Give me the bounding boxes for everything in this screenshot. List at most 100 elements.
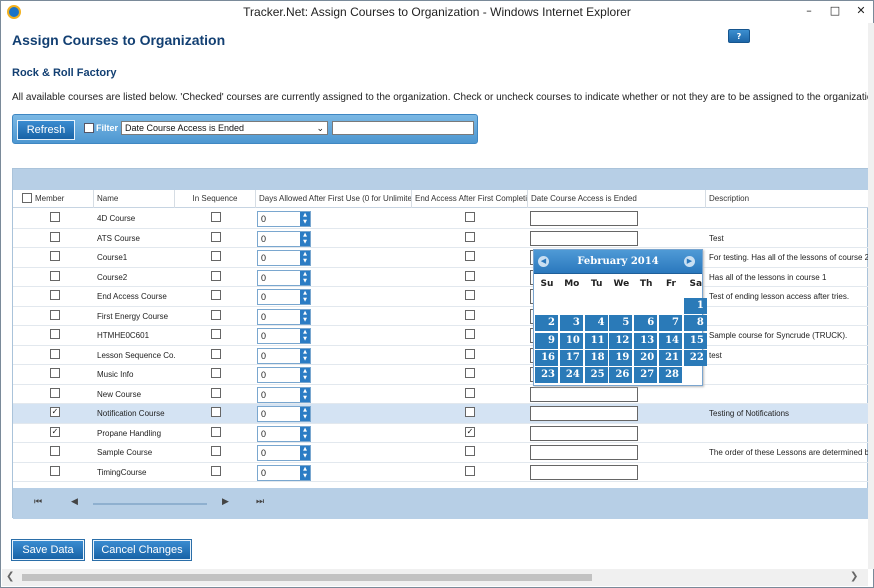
end-access-checkbox[interactable]: [465, 329, 475, 339]
calendar-day[interactable]: 13: [634, 332, 658, 349]
end-access-checkbox[interactable]: [465, 251, 475, 261]
spin-arrows-icon[interactable]: ▲ ▼: [300, 251, 310, 265]
table-row[interactable]: New Course 0 ▲ ▼: [13, 385, 868, 404]
calendar-day[interactable]: 28: [659, 367, 682, 384]
calendar-day[interactable]: 17: [559, 349, 583, 366]
member-checkbox[interactable]: [50, 251, 60, 261]
scroll-left-icon[interactable]: ❮: [6, 571, 14, 582]
table-row[interactable]: TimingCourse 0 ▲ ▼: [13, 463, 868, 482]
days-allowed-stepper[interactable]: 0 ▲ ▼: [257, 367, 311, 383]
in-sequence-checkbox[interactable]: [211, 251, 221, 261]
last-page-icon[interactable]: ⏭: [256, 497, 264, 507]
table-row[interactable]: Course1 0 ▲ ▼ For testing. Has all of the le…: [13, 248, 868, 268]
in-sequence-checkbox[interactable]: [211, 465, 221, 476]
in-sequence-checkbox[interactable]: [211, 387, 221, 398]
table-row[interactable]: Lesson Sequence Co... 0 ▲ ▼ test: [13, 346, 868, 365]
days-allowed-stepper[interactable]: 0 ▲ ▼: [257, 445, 311, 461]
spin-arrows-icon[interactable]: ▲ ▼: [300, 329, 310, 343]
spin-arrows-icon[interactable]: ▲ ▼: [300, 426, 310, 441]
member-checkbox[interactable]: [50, 387, 60, 398]
month-title[interactable]: February 2014: [534, 256, 702, 267]
in-sequence-checkbox[interactable]: [211, 368, 221, 378]
spin-arrows-icon[interactable]: ▲ ▼: [300, 465, 310, 480]
refresh-button[interactable]: Refresh: [17, 120, 75, 140]
vertical-scrollbar[interactable]: [868, 23, 874, 569]
days-allowed-stepper[interactable]: 0 ▲ ▼: [257, 347, 311, 364]
end-access-checkbox[interactable]: [465, 309, 475, 320]
end-access-checkbox[interactable]: [465, 407, 475, 417]
spin-arrows-icon[interactable]: ▲ ▼: [300, 290, 310, 304]
calendar-day[interactable]: 26: [609, 367, 633, 384]
end-access-checkbox[interactable]: [465, 368, 475, 378]
in-sequence-checkbox[interactable]: [211, 348, 221, 359]
end-access-checkbox[interactable]: [465, 446, 475, 456]
column-header-name[interactable]: Name: [94, 190, 175, 208]
end-access-checkbox[interactable]: [465, 387, 475, 398]
previous-page-icon[interactable]: ◀: [71, 497, 78, 507]
end-access-checkbox[interactable]: [465, 212, 475, 222]
calendar-day[interactable]: 23: [535, 367, 558, 384]
column-header-member[interactable]: Member: [13, 190, 94, 208]
calendar-day[interactable]: 14: [659, 332, 682, 349]
days-allowed-stepper[interactable]: 0 ▲ ▼: [257, 308, 311, 325]
days-allowed-stepper[interactable]: 0 ▲ ▼: [257, 328, 311, 344]
scrollbar-thumb[interactable]: [22, 574, 592, 581]
calendar-day[interactable]: 20: [634, 349, 658, 366]
spin-arrows-icon[interactable]: ▲ ▼: [300, 446, 310, 460]
end-access-checkbox[interactable]: [465, 231, 475, 242]
end-access-checkbox[interactable]: [465, 348, 475, 359]
table-row[interactable]: 4D Course 0 ▲ ▼: [13, 209, 868, 229]
column-header-end-access[interactable]: End Access After First Completion: [412, 190, 528, 208]
spin-arrows-icon[interactable]: ▲ ▼: [300, 231, 310, 246]
member-checkbox[interactable]: [50, 348, 60, 359]
spin-arrows-icon[interactable]: ▲ ▼: [300, 270, 310, 285]
table-row[interactable]: ✓ Notification Course 0 ▲ ▼ Testing of Notifi…: [13, 404, 868, 424]
days-allowed-stepper[interactable]: 0 ▲ ▼: [257, 386, 311, 403]
calendar-day[interactable]: 12: [609, 332, 633, 349]
calendar-day[interactable]: 9: [535, 332, 558, 349]
member-checkbox[interactable]: [50, 309, 60, 320]
column-header-in-sequence[interactable]: In Sequence: [175, 190, 256, 208]
table-row[interactable]: HTMHE0C601 0 ▲ ▼ Sample course for Syncrude …: [13, 326, 868, 346]
date-ended-input[interactable]: [530, 230, 638, 246]
calendar-day[interactable]: 18: [584, 349, 608, 366]
table-row[interactable]: ✓ Propane Handling 0 ▲ ▼ ✓: [13, 424, 868, 443]
member-checkbox[interactable]: [50, 212, 60, 222]
calendar-day[interactable]: 3: [559, 315, 583, 332]
save-data-button[interactable]: Save Data: [11, 539, 85, 561]
spin-arrows-icon[interactable]: ▲ ▼: [300, 387, 310, 402]
days-allowed-stepper[interactable]: 0 ▲ ▼: [257, 230, 311, 247]
member-checkbox[interactable]: ✓: [50, 426, 60, 437]
calendar-day[interactable]: 2: [535, 315, 558, 332]
in-sequence-checkbox[interactable]: [211, 407, 221, 417]
calendar-day[interactable]: 7: [659, 315, 682, 332]
in-sequence-checkbox[interactable]: [211, 309, 221, 320]
page-slider[interactable]: [93, 503, 207, 505]
member-checkbox[interactable]: [50, 270, 60, 281]
member-checkbox[interactable]: [50, 231, 60, 242]
calendar-day[interactable]: 16: [535, 349, 558, 366]
calendar-day[interactable]: 6: [634, 315, 658, 332]
end-access-checkbox[interactable]: [465, 465, 475, 476]
member-checkbox[interactable]: [50, 446, 60, 456]
end-access-checkbox[interactable]: ✓: [465, 426, 475, 437]
in-sequence-checkbox[interactable]: [211, 212, 221, 222]
spin-arrows-icon[interactable]: ▲ ▼: [300, 212, 310, 226]
end-access-checkbox[interactable]: [465, 290, 475, 300]
member-checkbox[interactable]: [50, 290, 60, 300]
column-header-days-allowed[interactable]: Days Allowed After First Use (0 for Unli…: [256, 190, 412, 208]
calendar-day[interactable]: 8: [683, 315, 707, 332]
scroll-right-icon[interactable]: ❯: [850, 571, 858, 582]
days-allowed-stepper[interactable]: 0 ▲ ▼: [257, 250, 311, 266]
calendar-day[interactable]: 21: [659, 349, 682, 366]
calendar-day[interactable]: 27: [634, 367, 658, 384]
days-allowed-stepper[interactable]: 0 ▲ ▼: [257, 425, 311, 442]
days-allowed-stepper[interactable]: 0 ▲ ▼: [257, 464, 311, 481]
calendar-day[interactable]: 25: [584, 367, 608, 384]
date-ended-input[interactable]: [530, 425, 638, 441]
cancel-changes-button[interactable]: Cancel Changes: [92, 539, 192, 561]
in-sequence-checkbox[interactable]: [211, 329, 221, 339]
next-month-icon[interactable]: ▶: [684, 256, 695, 267]
days-allowed-stepper[interactable]: 0 ▲ ▼: [257, 269, 311, 286]
filter-checkbox[interactable]: [84, 123, 94, 133]
